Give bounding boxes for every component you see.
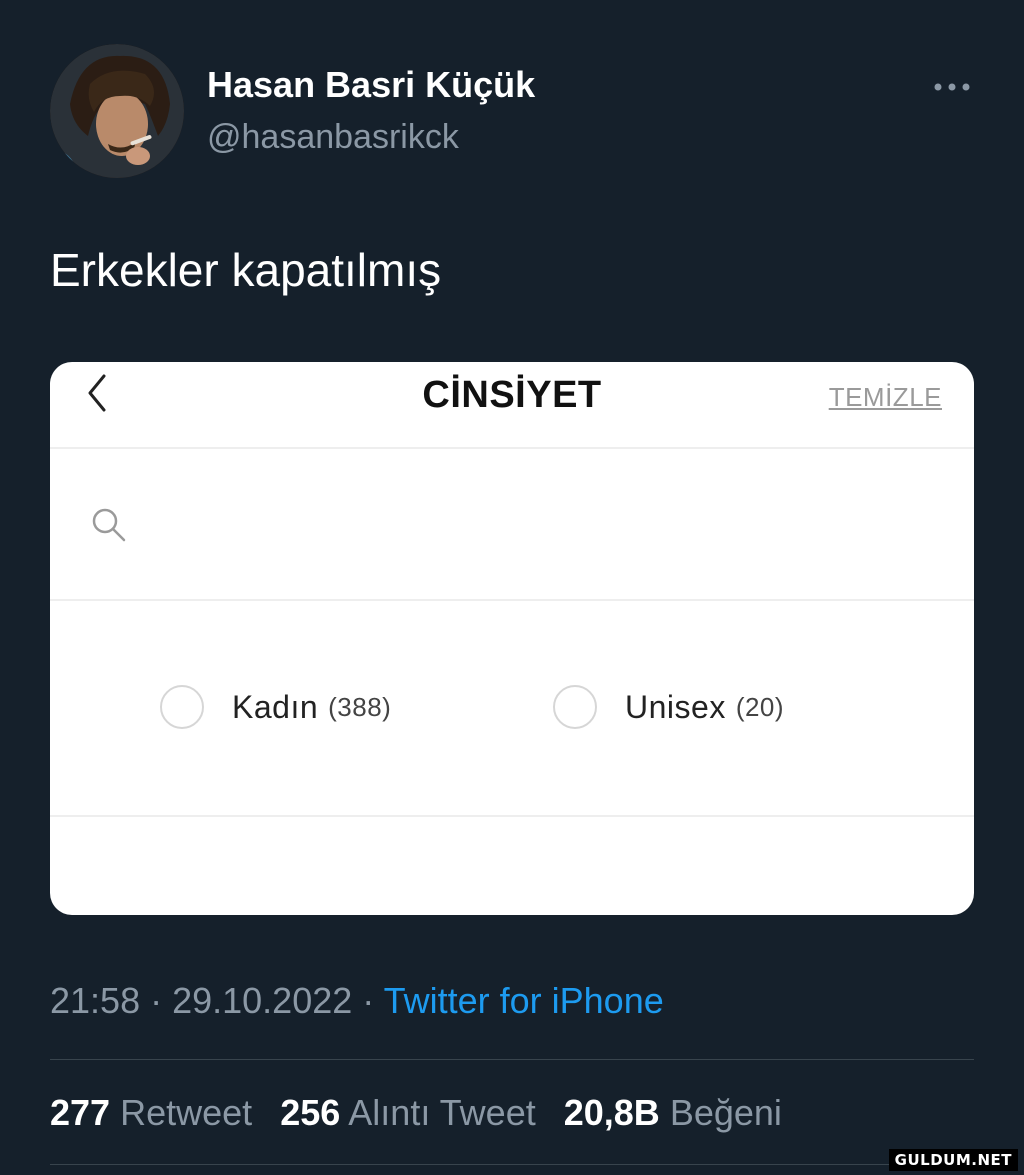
author-handle[interactable]: @hasanbasrikck xyxy=(207,118,459,157)
author-avatar[interactable] xyxy=(50,44,184,178)
quote-count: 256 xyxy=(280,1092,341,1133)
retweet-count-link[interactable]: 277 Retweet xyxy=(50,1092,252,1133)
gender-options: Kadın (388) Unisex (20) xyxy=(50,601,974,817)
meta-separator: · xyxy=(140,980,173,1021)
divider xyxy=(50,1059,974,1060)
tweet-time[interactable]: 21:58 xyxy=(50,980,140,1021)
tweet-meta: 21:58 · 29.10.2022 · Twitter for iPhone xyxy=(50,980,664,1022)
avatar-photo xyxy=(50,44,184,178)
radio-button[interactable] xyxy=(553,685,597,729)
retweet-label: Retweet xyxy=(120,1092,253,1133)
meta-separator: · xyxy=(352,980,384,1021)
search-icon xyxy=(90,506,128,544)
watermark: GULDUM.NET xyxy=(888,1149,1018,1171)
search-row xyxy=(50,449,974,601)
author-display-name[interactable]: Hasan Basri Küçük xyxy=(207,64,535,106)
like-count: 20,8B xyxy=(563,1092,660,1133)
option-unisex[interactable]: Unisex (20) xyxy=(553,685,784,729)
quote-label: Alıntı Tweet xyxy=(348,1092,536,1133)
ellipsis-icon[interactable] xyxy=(932,72,972,102)
option-count: (20) xyxy=(735,691,785,722)
radio-button[interactable] xyxy=(160,685,204,729)
quote-count-link[interactable]: 256 Alıntı Tweet xyxy=(280,1092,536,1133)
option-count: (388) xyxy=(328,691,392,722)
tweet-date[interactable]: 29.10.2022 xyxy=(172,980,352,1021)
tweet-stats: 277 Retweet 256 Alıntı Tweet 20,8B Beğen… xyxy=(50,1092,800,1134)
divider xyxy=(50,1164,974,1165)
retweet-count: 277 xyxy=(50,1092,111,1133)
option-kadin[interactable]: Kadın (388) xyxy=(160,685,391,729)
like-label: Beğeni xyxy=(669,1092,782,1133)
clear-button[interactable]: TEMİZLE xyxy=(829,382,942,413)
like-count-link[interactable]: 20,8B Beğeni xyxy=(564,1092,782,1133)
option-label: Unisex xyxy=(625,688,726,725)
tweet-text: Erkekler kapatılmış xyxy=(50,244,442,296)
card-header: CİNSİYET TEMİZLE xyxy=(50,362,974,449)
search-input[interactable] xyxy=(150,499,934,551)
tweet-source-link[interactable]: Twitter for iPhone xyxy=(384,980,664,1021)
option-label: Kadın xyxy=(232,688,319,725)
attached-image-card[interactable]: CİNSİYET TEMİZLE Kadın (388) Unisex (20) xyxy=(50,362,974,915)
